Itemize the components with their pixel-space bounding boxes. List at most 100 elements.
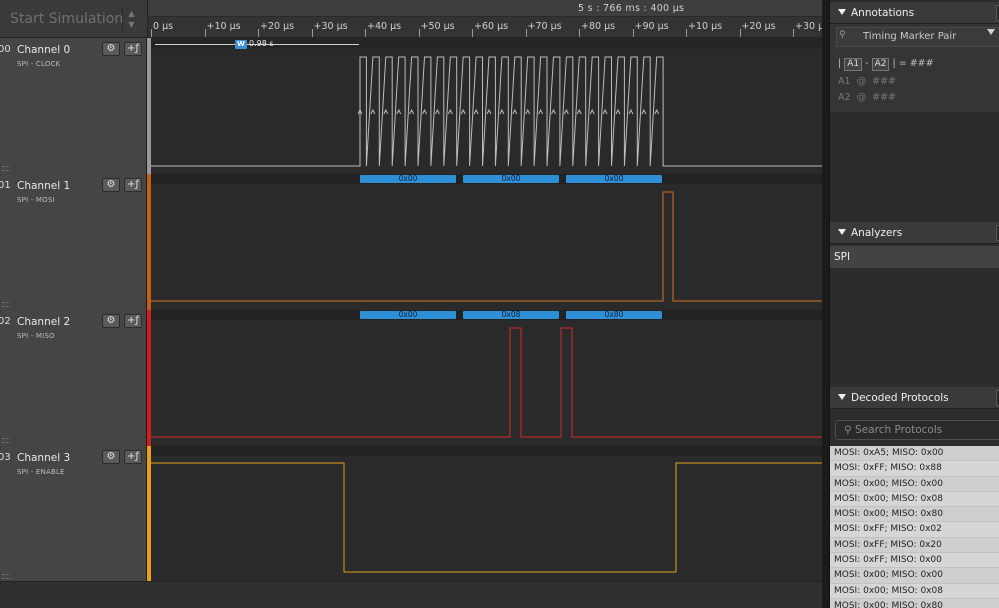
decoded-row[interactable]: MOSI: 0xFF; MISO: 0x20 xyxy=(830,537,999,554)
rising-edge-marker xyxy=(370,108,376,115)
channel-header-3[interactable]: 03 Channel 3 SPI - ENABLE ⚙ +ƒ xyxy=(0,446,147,582)
rising-edge-marker xyxy=(641,108,647,115)
analyzer-item-spi[interactable]: SPI xyxy=(830,246,999,268)
decoded-protocols-list[interactable]: MOSI: 0xA5; MISO: 0x00 MOSI: 0xFF; MISO: … xyxy=(830,446,999,608)
trigger-edge-icon[interactable]: +ƒ xyxy=(124,42,142,56)
gear-icon[interactable]: ⚙ xyxy=(102,450,120,464)
decoded-row[interactable]: MOSI: 0x00; MISO: 0x08 xyxy=(830,492,999,508)
miso-protocol-strip: 0x00 0x08 0x80 xyxy=(151,310,822,320)
decoded-protocols-title: Decoded Protocols xyxy=(851,392,949,404)
drag-handle-icon[interactable] xyxy=(2,302,10,307)
rising-edge-marker xyxy=(434,108,440,115)
miso-byte-box[interactable]: 0x00 xyxy=(360,311,456,319)
channel-name[interactable]: Channel 1 xyxy=(17,180,70,192)
ruler-tick-mark xyxy=(258,29,259,37)
decoded-row[interactable]: MOSI: 0x00; MISO: 0x80 xyxy=(830,598,999,608)
ruler-tick-mark xyxy=(632,29,634,37)
trigger-edge-icon[interactable]: +ƒ xyxy=(124,450,142,464)
rising-edge-marker xyxy=(563,108,569,115)
gear-icon[interactable]: ⚙ xyxy=(102,42,120,56)
ruler-tick-label: +20 μs xyxy=(260,21,295,32)
timing-measurement-bar: W 0.98 s xyxy=(151,39,822,49)
ruler-tick-mark xyxy=(472,29,473,37)
rising-edge-marker xyxy=(589,108,595,115)
channel-header-0[interactable]: 00 Channel 0 SPI - CLOCK ⚙ +ƒ xyxy=(0,38,147,174)
trigger-edge-icon[interactable]: +ƒ xyxy=(124,178,142,192)
channel-name[interactable]: Channel 0 xyxy=(17,44,70,56)
decoded-row[interactable]: MOSI: 0x00; MISO: 0x80 xyxy=(830,507,999,523)
ruler-tick-mark xyxy=(418,29,420,37)
decoded-row[interactable]: MOSI: 0xA5; MISO: 0x00 xyxy=(830,446,999,462)
chevron-down-icon: ▼ xyxy=(128,20,135,29)
rising-edge-marker xyxy=(499,108,505,115)
ruler-tick-label: +20 μs xyxy=(741,21,776,32)
marker-type-select[interactable]: Timing Marker Pair xyxy=(836,27,999,47)
annotations-header[interactable]: Annotations xyxy=(830,2,999,24)
ruler-tick-label: +30 μs xyxy=(313,21,348,32)
drag-handle-icon[interactable] xyxy=(2,438,10,443)
enable-protocol-strip xyxy=(151,446,822,456)
gear-icon[interactable]: ⚙ xyxy=(102,314,120,328)
gear-icon[interactable]: ⚙ xyxy=(102,178,120,192)
rising-edge-marker xyxy=(447,108,453,115)
marker-select-label: Timing Marker Pair xyxy=(863,31,957,42)
rising-edge-marker xyxy=(551,108,556,115)
ruler-tick-label: +40 μs xyxy=(367,21,402,32)
analyzers-header[interactable]: Analyzers xyxy=(830,222,999,244)
rising-edge-marker xyxy=(396,108,402,115)
start-simulation-button[interactable]: Start Simulation xyxy=(0,0,122,38)
search-protocols-input[interactable]: ⚲ Search Protocols xyxy=(835,420,999,440)
ruler-tick-mark xyxy=(793,29,794,37)
decoded-row[interactable]: MOSI: 0x00; MISO: 0x08 xyxy=(830,584,999,599)
channel-label: SPI - MOSI xyxy=(17,196,55,204)
mosi-protocol-strip: 0x00 0x00 0x00 xyxy=(151,174,822,184)
chevron-down-icon xyxy=(987,29,995,35)
a2-label: A2 xyxy=(838,92,851,103)
mosi-byte-box[interactable]: 0x00 xyxy=(360,175,456,183)
decoded-row[interactable]: MOSI: 0xFF; MISO: 0x02 xyxy=(830,522,999,538)
rising-edge-marker xyxy=(538,108,544,115)
ruler-tick-mark xyxy=(311,29,313,37)
delta-value: ### xyxy=(909,58,934,69)
a1-key[interactable]: A1 xyxy=(844,58,863,71)
channel-label: SPI - ENABLE xyxy=(17,468,65,476)
simulation-options-dropdown[interactable]: ▲ ▼ xyxy=(122,6,140,32)
clock-waveform xyxy=(151,56,822,167)
ruler-tick-label: 0 μs xyxy=(153,21,174,32)
miso-byte-box[interactable]: 0x80 xyxy=(566,311,662,319)
trigger-edge-icon[interactable]: +ƒ xyxy=(124,314,142,328)
rising-edge-marker xyxy=(512,108,518,115)
channel-label: SPI - CLOCK xyxy=(17,60,61,68)
rising-edge-marker xyxy=(409,108,415,115)
a2-key[interactable]: A2 xyxy=(871,58,890,71)
decoded-row[interactable]: MOSI: 0x00; MISO: 0x00 xyxy=(830,568,999,584)
rising-edge-marker xyxy=(602,108,608,115)
channel-name[interactable]: Channel 3 xyxy=(17,452,70,464)
rising-edge-marker xyxy=(654,108,660,115)
ruler-tick-label: +60 μs xyxy=(474,21,509,32)
panel-splitter[interactable] xyxy=(822,0,829,608)
a1-line: A1 @ ### xyxy=(838,76,897,87)
channel-name[interactable]: Channel 2 xyxy=(17,316,70,328)
mosi-byte-box[interactable]: 0x00 xyxy=(566,175,662,183)
mosi-byte-box[interactable]: 0x00 xyxy=(463,175,559,183)
a2-value: ### xyxy=(872,92,897,103)
collapse-triangle-icon xyxy=(838,9,846,15)
channel-header-2[interactable]: 02 Channel 2 SPI - MISO ⚙ +ƒ xyxy=(0,310,147,446)
channel-label: SPI - MISO xyxy=(17,332,55,340)
a1-label: A1 xyxy=(838,76,851,87)
rising-edge-marker xyxy=(422,108,427,115)
drag-handle-icon[interactable] xyxy=(2,574,10,579)
ruler-tick-label: +50 μs xyxy=(420,21,455,32)
channel-header-1[interactable]: 01 Channel 1 SPI - MOSI ⚙ +ƒ xyxy=(0,174,147,310)
time-ruler[interactable]: 5 s : 766 ms : 400 μs 0 μs +10 μs +20 μs +3… xyxy=(148,0,822,38)
decoded-protocols-header[interactable]: Decoded Protocols xyxy=(830,387,999,409)
miso-byte-box[interactable]: 0x08 xyxy=(463,311,559,319)
rising-edge-marker xyxy=(628,108,634,115)
decoded-row[interactable]: MOSI: 0x00; MISO: 0x00 xyxy=(830,476,999,492)
ruler-tick-mark xyxy=(204,29,206,37)
drag-handle-icon[interactable] xyxy=(2,166,10,171)
decoded-row[interactable]: MOSI: 0xFF; MISO: 0x88 xyxy=(830,461,999,477)
decoded-row[interactable]: MOSI: 0xFF; MISO: 0x00 xyxy=(830,553,999,569)
channel-number: 01 xyxy=(0,180,11,191)
